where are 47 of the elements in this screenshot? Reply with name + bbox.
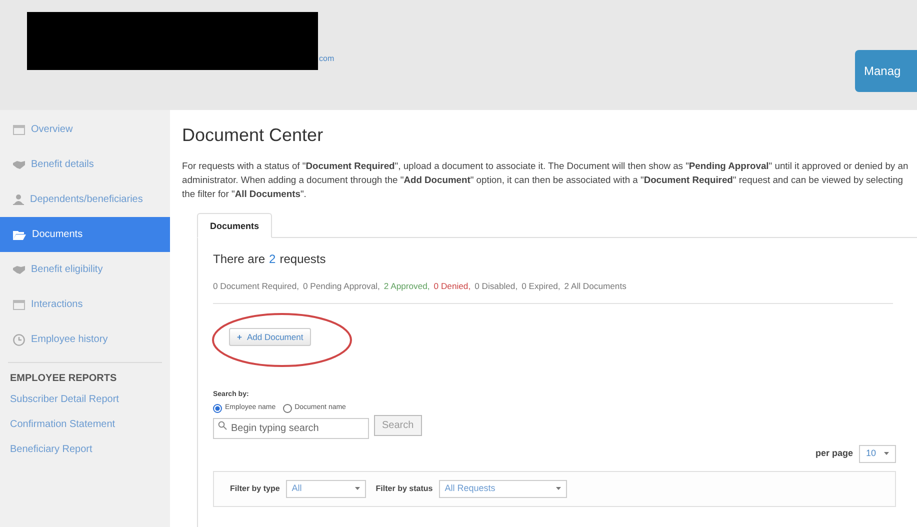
filter-select[interactable]: All Requests <box>438 480 567 498</box>
report-link[interactable]: Beneficiary Report <box>0 442 102 467</box>
sidebar-item[interactable]: Overview <box>0 112 170 147</box>
tab[interactable]: Documents <box>197 213 272 238</box>
description-text: For requests with a status of "Document Required", upload a document to associate it. The Document will then show as "Pending Approval" until it approved or denied by an administrator. When adding a document through the "Add Document" option, it can then be associated with a "Document Required" request and can be viewed by selecting the filter for "All Documents". <box>182 159 910 201</box>
status-count: 0 Document Required, <box>213 280 299 293</box>
report-link[interactable]: Confirmation Statement <box>0 417 126 442</box>
folder-icon <box>13 230 26 240</box>
filter-label: Filter by type <box>230 482 280 495</box>
status-count: 2 All Documents <box>564 280 626 293</box>
status-count: 0 Denied, <box>434 280 471 293</box>
per-page-label: per page <box>815 447 853 460</box>
sidebar-item[interactable]: Documents <box>0 217 170 252</box>
page-title: Document Center <box>182 124 324 147</box>
status-count: 0 Expired, <box>522 280 560 293</box>
status-count: 0 Pending Approval, <box>302 280 380 293</box>
sidebar-item[interactable]: Employee history <box>0 322 170 357</box>
domain-text: com <box>319 53 334 65</box>
caret-icon <box>556 487 561 490</box>
filter-select[interactable]: All <box>286 480 366 498</box>
person-icon <box>13 194 24 205</box>
search-field[interactable]: Begin typing search <box>213 418 369 439</box>
caret-icon <box>354 487 360 490</box>
report-link[interactable]: Subscriber Detail Report <box>0 392 129 417</box>
request-count: 2 <box>269 251 276 268</box>
radio-button[interactable] <box>282 404 292 414</box>
sidebar-item[interactable]: Benefit eligibility <box>0 252 170 287</box>
calendar-icon <box>13 300 25 310</box>
status-count: 0 Disabled, <box>474 280 518 293</box>
manage-button[interactable]: Manag <box>855 50 917 92</box>
summary-text: requests <box>280 251 326 268</box>
section-heading: EMPLOYEE REPORTS <box>9 372 118 386</box>
search-button[interactable]: Search <box>374 414 422 436</box>
caret-icon <box>884 452 889 456</box>
summary-text: There are <box>213 251 266 268</box>
search-icon <box>218 420 227 430</box>
per-page-select[interactable]: 10 <box>858 444 896 463</box>
filter-label: Filter by status <box>376 482 433 495</box>
clock-icon <box>13 334 25 346</box>
radio-button[interactable] <box>213 404 222 414</box>
sidebar-item[interactable]: Benefit details <box>0 147 170 182</box>
calendar-icon <box>13 124 25 134</box>
status-count: 2 Approved, <box>384 280 430 293</box>
add-document-button[interactable]: + Add Document <box>229 328 312 346</box>
plus-icon: + <box>237 330 242 344</box>
sidebar-item[interactable]: Interactions <box>0 287 170 322</box>
sidebar-item[interactable]: Dependents/beneficiaries <box>0 182 170 217</box>
